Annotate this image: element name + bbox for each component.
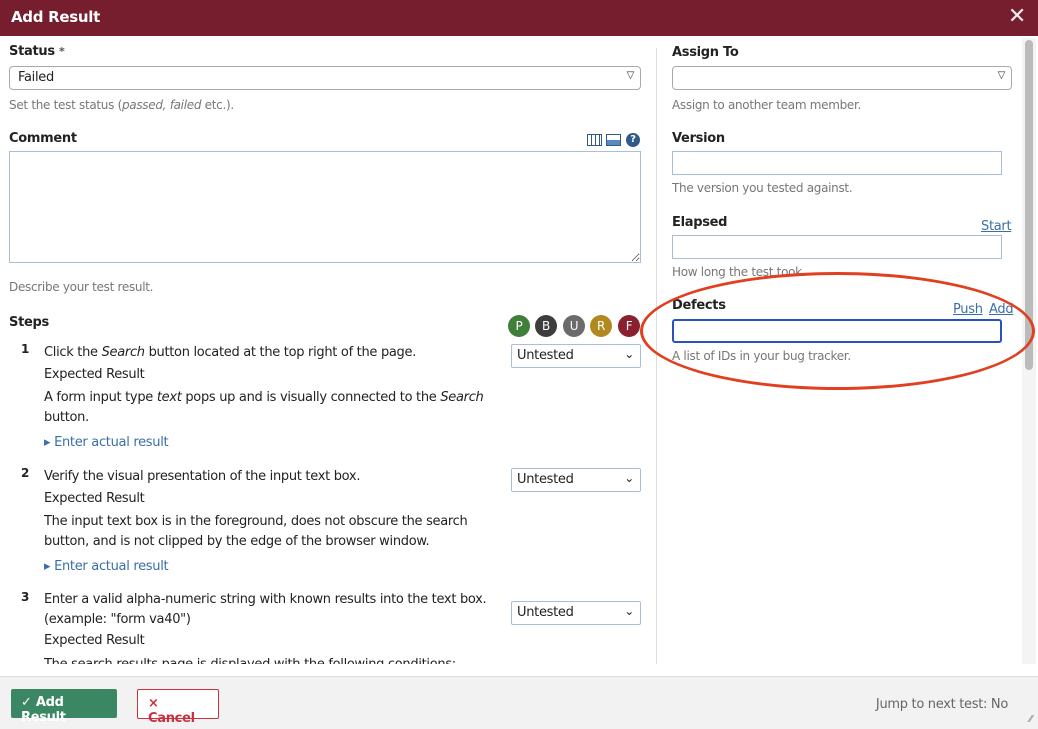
link-text: Enter actual result xyxy=(54,559,169,574)
step-number: 1 xyxy=(21,342,30,356)
expected-label: Expected Result xyxy=(44,633,145,648)
status-value: Untested xyxy=(517,472,574,487)
t: Click the xyxy=(44,345,102,360)
version-label: Version xyxy=(672,131,725,146)
table-icon[interactable] xyxy=(587,134,602,146)
step-number: 2 xyxy=(21,466,30,480)
dialog-footer: ✓ Add Result × Cancel Jump to next test:… xyxy=(0,676,1038,729)
status-hint: Set the test status (passed, failed etc.… xyxy=(9,98,234,112)
step-status-select[interactable]: Untested ⌄ xyxy=(511,601,641,625)
dialog-header: Add Result ✕ xyxy=(0,0,1038,36)
scrollbar-thumb[interactable] xyxy=(1025,40,1033,370)
step-content: Enter a valid alpha-numeric string with … xyxy=(44,590,504,664)
expected-result: A form input type text pops up and is vi… xyxy=(44,388,504,428)
link-text: Enter actual result xyxy=(54,435,169,450)
status-value: Untested xyxy=(517,605,574,620)
t: Search xyxy=(440,390,484,405)
expected-label: Expected Result xyxy=(44,491,145,506)
hint-text: failed xyxy=(169,98,202,112)
pass-all-badge[interactable]: P xyxy=(508,315,530,337)
chevron-down-icon: ⌄ xyxy=(624,604,634,618)
t: Search xyxy=(101,345,145,360)
push-defect-link[interactable]: Push xyxy=(953,302,983,317)
retest-all-badge[interactable]: R xyxy=(590,315,612,337)
t: pops up and is visually connected to the xyxy=(181,390,441,405)
enter-actual-result-link[interactable]: ▸ Enter actual result xyxy=(44,432,504,454)
assign-to-label: Assign To xyxy=(672,45,739,60)
defects-hint: A list of IDs in your bug tracker. xyxy=(672,349,851,363)
help-icon[interactable]: ? xyxy=(626,133,640,147)
step-description: Enter a valid alpha-numeric string with … xyxy=(44,592,487,627)
defects-input[interactable] xyxy=(672,319,1002,343)
comment-hint: Describe your test result. xyxy=(9,280,154,294)
step-content: Verify the visual presentation of the in… xyxy=(44,466,504,578)
assign-to-select[interactable]: ▽ xyxy=(672,66,1012,90)
chevron-down-icon: ▽ xyxy=(626,70,635,81)
version-input[interactable] xyxy=(672,151,1002,175)
elapsed-label: Elapsed xyxy=(672,215,728,230)
chevron-down-icon: ⌄ xyxy=(624,471,634,485)
step-description: Verify the visual presentation of the in… xyxy=(44,469,361,484)
hint-text: etc.). xyxy=(201,98,235,112)
untested-all-badge[interactable]: U xyxy=(563,315,585,337)
t: A form input type xyxy=(44,390,157,405)
step-status-select[interactable]: Untested ⌄ xyxy=(511,468,641,492)
expected-result: The input text box is in the foreground,… xyxy=(44,514,468,549)
dialog-title: Add Result xyxy=(11,8,100,26)
step-content: Click the Search button located at the t… xyxy=(44,342,504,454)
required-marker: * xyxy=(59,45,65,58)
hint-text: Set the test status ( xyxy=(9,98,122,112)
status-value: Untested xyxy=(517,348,574,363)
status-label-text: Status xyxy=(9,44,55,59)
elapsed-input[interactable] xyxy=(672,235,1002,259)
dialog-body: Status * Failed ▽ Set the test status (pa… xyxy=(0,36,1038,664)
assign-hint: Assign to another team member. xyxy=(672,98,862,112)
fail-all-badge[interactable]: F xyxy=(618,315,640,337)
status-label: Status * xyxy=(9,44,65,59)
steps-label: Steps xyxy=(9,315,49,330)
blocked-all-badge[interactable]: B xyxy=(535,315,557,337)
chevron-down-icon: ▽ xyxy=(997,70,1006,81)
t: button. xyxy=(44,410,89,425)
start-timer-link[interactable]: Start xyxy=(981,219,1012,234)
step-number: 3 xyxy=(21,590,30,604)
defects-label: Defects xyxy=(672,298,726,313)
add-result-button[interactable]: ✓ Add Result xyxy=(11,689,117,725)
check-icon: ✓ xyxy=(21,695,32,710)
step-status-select[interactable]: Untested ⌄ xyxy=(511,344,641,368)
expected-label: Expected Result xyxy=(44,367,145,382)
version-hint: The version you tested against. xyxy=(672,181,853,195)
hint-text: passed, xyxy=(121,98,170,112)
comment-textarea[interactable] xyxy=(9,151,641,263)
resize-handle-icon[interactable]: ⁄⁄ xyxy=(1029,714,1032,725)
button-label: Cancel xyxy=(148,711,195,726)
close-icon[interactable]: ✕ xyxy=(1008,4,1026,29)
scrollbar[interactable] xyxy=(1022,38,1036,664)
column-divider xyxy=(656,48,657,664)
x-icon: × xyxy=(148,696,159,711)
jump-to-next-test-select[interactable]: Jump to next test: No xyxy=(876,697,1008,712)
expected-result: The search results page is displayed wit… xyxy=(44,654,504,664)
step-description: Click the Search button located at the t… xyxy=(44,342,504,364)
comment-label: Comment xyxy=(9,131,77,146)
elapsed-hint: How long the test took. xyxy=(672,265,806,279)
image-icon[interactable] xyxy=(606,134,621,146)
t: text xyxy=(156,390,182,405)
status-select[interactable]: Failed ▽ xyxy=(9,66,641,90)
t: button located at the top right of the p… xyxy=(144,345,417,360)
add-defect-link[interactable]: Add xyxy=(989,302,1014,317)
chevron-down-icon: ⌄ xyxy=(624,347,634,361)
cancel-button[interactable]: × Cancel xyxy=(137,689,219,726)
status-value: Failed xyxy=(18,70,54,85)
enter-actual-result-link[interactable]: ▸ Enter actual result xyxy=(44,556,504,578)
